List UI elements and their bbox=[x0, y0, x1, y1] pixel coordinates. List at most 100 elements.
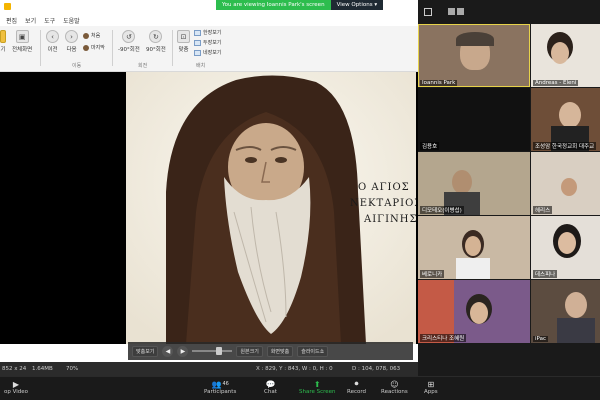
single-view-button[interactable]: 한장보기 bbox=[194, 29, 221, 36]
share-screen-button[interactable]: ⬆ Share Screen bbox=[299, 379, 336, 396]
fit-icon: ⊡ bbox=[177, 30, 190, 43]
reactions-button[interactable]: ☺ Reactions bbox=[381, 379, 408, 396]
next-image-button[interactable]: ▶ bbox=[177, 345, 189, 357]
fullscreen-icon: ▣ bbox=[15, 30, 29, 43]
participant-gallery: Ioannis Park Andreas - Eleni 김용호 조성암 한국정… bbox=[418, 0, 600, 376]
file-size: 1.64MB bbox=[32, 366, 53, 372]
quad-view-icon bbox=[194, 49, 201, 56]
reactions-icon: ☺ bbox=[390, 379, 399, 389]
fit-button[interactable]: ⊡ 맞춤 bbox=[177, 30, 190, 53]
group-view-label: 배치 bbox=[196, 63, 206, 69]
rotate-left-button[interactable]: ↺ -90°회전 bbox=[118, 30, 140, 53]
last-button[interactable]: 마지막 bbox=[83, 44, 105, 51]
participant-name: 헤리스 bbox=[533, 206, 553, 214]
participant-tile[interactable]: 디모테오(이병섭) bbox=[418, 152, 530, 215]
participant-name: 조성암 한국정교회 대주교 bbox=[533, 142, 597, 150]
divider bbox=[40, 30, 41, 66]
participant-video bbox=[470, 302, 488, 324]
image-toolbar: 맞춤보기 ◀ ▶ 원본크기 화면맞춤 슬라이드쇼 bbox=[128, 342, 413, 360]
participant-video bbox=[557, 318, 595, 343]
participant-name: 데스피나 bbox=[533, 270, 558, 278]
ribbon-toolbar: 기 ▣ 전체화면 ‹ 이전 › 다음 처음 마지막 이동 ↺ -90°회전 ↻ … bbox=[0, 26, 418, 72]
participant-name: 크리스티나 조혜원 bbox=[420, 334, 467, 342]
double-view-icon bbox=[194, 39, 201, 46]
image-caption-line3: ΑΙΓΙΝΗΣ bbox=[363, 214, 416, 225]
double-view-button[interactable]: 두장보기 bbox=[194, 39, 221, 46]
image-caption-line2: ΝΕΚΤΑΡΙΟΣ bbox=[350, 198, 416, 209]
participant-name: Ioannis Park bbox=[420, 80, 458, 86]
original-size-button[interactable]: 원본크기 bbox=[236, 345, 263, 357]
zoom-window: 편집 보기 도구 도움말 기 ▣ 전체화면 ‹ 이전 › 다음 처음 마지막 이… bbox=[0, 0, 600, 400]
quad-view-button[interactable]: 네장보기 bbox=[194, 49, 221, 56]
participant-tile[interactable]: 조성암 한국정교회 대주교 bbox=[531, 88, 600, 151]
chat-button[interactable]: 💬 Chat bbox=[264, 379, 277, 396]
participant-tile[interactable]: 김용호 bbox=[418, 88, 530, 151]
gallery-view-icon[interactable] bbox=[448, 8, 455, 15]
apps-button[interactable]: ⊞ Apps bbox=[424, 379, 438, 396]
partial-button[interactable]: 기 bbox=[0, 30, 6, 53]
chat-icon: 💬 bbox=[265, 379, 276, 389]
participant-video bbox=[456, 32, 494, 46]
gallery-layout-icon[interactable] bbox=[424, 8, 432, 16]
status-bar: 852 x 24 1.64MB 70% X : 829, Y : 843, W … bbox=[0, 362, 418, 376]
participant-video bbox=[452, 170, 472, 194]
shared-screen-viewer: 편집 보기 도구 도움말 기 ▣ 전체화면 ‹ 이전 › 다음 처음 마지막 이… bbox=[0, 0, 418, 376]
menu-view[interactable]: 보기 bbox=[25, 16, 36, 25]
participant-tile[interactable]: Ioannis Park bbox=[418, 24, 530, 87]
slideshow-button[interactable]: 슬라이드쇼 bbox=[297, 345, 329, 357]
participant-tile[interactable]: Andreas - Eleni bbox=[531, 24, 600, 87]
image-dimensions: 852 x 24 bbox=[2, 366, 27, 372]
zoom-slider[interactable] bbox=[192, 347, 233, 355]
participant-tile[interactable]: 헤리스 bbox=[531, 152, 600, 215]
participants-button[interactable]: 👥 46 Participants bbox=[204, 379, 236, 396]
image-canvas[interactable]: Ο ΑΓΙΟΣ ΝΕΚΤΑΡΙΟΣ ΑΙΓΙΝΗΣ bbox=[0, 72, 418, 344]
gallery-header bbox=[418, 0, 600, 24]
participant-video bbox=[551, 42, 569, 64]
divider bbox=[172, 30, 173, 66]
stop-video-button[interactable]: ▶ op Video bbox=[4, 379, 28, 396]
participant-tile[interactable]: 베로니카 bbox=[418, 216, 530, 279]
participant-name: 김용호 bbox=[420, 142, 440, 150]
prev-image-button[interactable]: ◀ bbox=[162, 345, 174, 357]
prev-button[interactable]: ‹ 이전 bbox=[46, 30, 59, 53]
participant-video bbox=[456, 258, 490, 279]
participant-tile[interactable]: 크리스티나 조혜원 bbox=[418, 280, 530, 343]
participants-count: 46 bbox=[222, 381, 229, 387]
divider bbox=[112, 30, 113, 66]
fit-screen-button[interactable]: 화면맞춤 bbox=[266, 345, 294, 357]
rotate-right-button[interactable]: ↻ 90°회전 bbox=[146, 30, 166, 53]
menu-bar: 편집 보기 도구 도움말 bbox=[0, 14, 418, 26]
participants-icon: 👥 46 bbox=[211, 379, 229, 389]
zoom-slider-thumb[interactable] bbox=[216, 347, 223, 355]
video-camera-icon: ▶ bbox=[12, 379, 20, 389]
apps-icon: ⊞ bbox=[427, 379, 435, 389]
fullscreen-button[interactable]: ▣ 전체화면 bbox=[12, 30, 32, 53]
participant-name: iPac bbox=[533, 336, 548, 342]
menu-edit[interactable]: 편집 bbox=[6, 16, 17, 25]
record-icon: ⏺ bbox=[354, 379, 359, 388]
fit-view-button[interactable]: 맞춤보기 bbox=[132, 345, 159, 357]
menu-help[interactable]: 도움말 bbox=[63, 16, 80, 25]
chevron-left-icon: ‹ bbox=[46, 30, 59, 43]
participant-tile[interactable]: iPac bbox=[531, 280, 600, 343]
participant-video bbox=[561, 178, 577, 196]
viewing-screen-message: You are viewing Ioannis Park's screen bbox=[216, 0, 331, 10]
first-button[interactable]: 처음 bbox=[83, 32, 100, 39]
saint-portrait-image: Ο ΑΓΙΟΣ ΝΕΚΤΑΡΙΟΣ ΑΙΓΙΝΗΣ bbox=[126, 72, 416, 344]
chevron-right-icon: › bbox=[65, 30, 78, 43]
displayed-photo: Ο ΑΓΙΟΣ ΝΕΚΤΑΡΙΟΣ ΑΙΓΙΝΗΣ bbox=[126, 72, 416, 344]
record-button[interactable]: ⏺ Record bbox=[347, 379, 366, 395]
participant-name: 베로니카 bbox=[420, 270, 445, 278]
participant-video bbox=[565, 292, 587, 318]
participant-name: 디모테오(이병섭) bbox=[420, 206, 464, 214]
cursor-coords: X : 829, Y : 843, W : 0, H : 0 bbox=[256, 366, 333, 372]
screen-share-banner: You are viewing Ioannis Park's screen Vi… bbox=[216, 0, 384, 10]
next-button[interactable]: › 다음 bbox=[65, 30, 78, 53]
partial-icon bbox=[0, 30, 6, 43]
participant-tile[interactable]: 데스피나 bbox=[531, 216, 600, 279]
share-screen-icon: ⬆ bbox=[313, 379, 321, 389]
meeting-controls: ▶ op Video 👥 46 Participants 💬 Chat ⬆ Sha… bbox=[0, 376, 600, 400]
menu-tools[interactable]: 도구 bbox=[44, 16, 55, 25]
gallery-view-icon[interactable] bbox=[457, 8, 464, 15]
view-options-button[interactable]: View Options ▾ bbox=[330, 0, 384, 10]
